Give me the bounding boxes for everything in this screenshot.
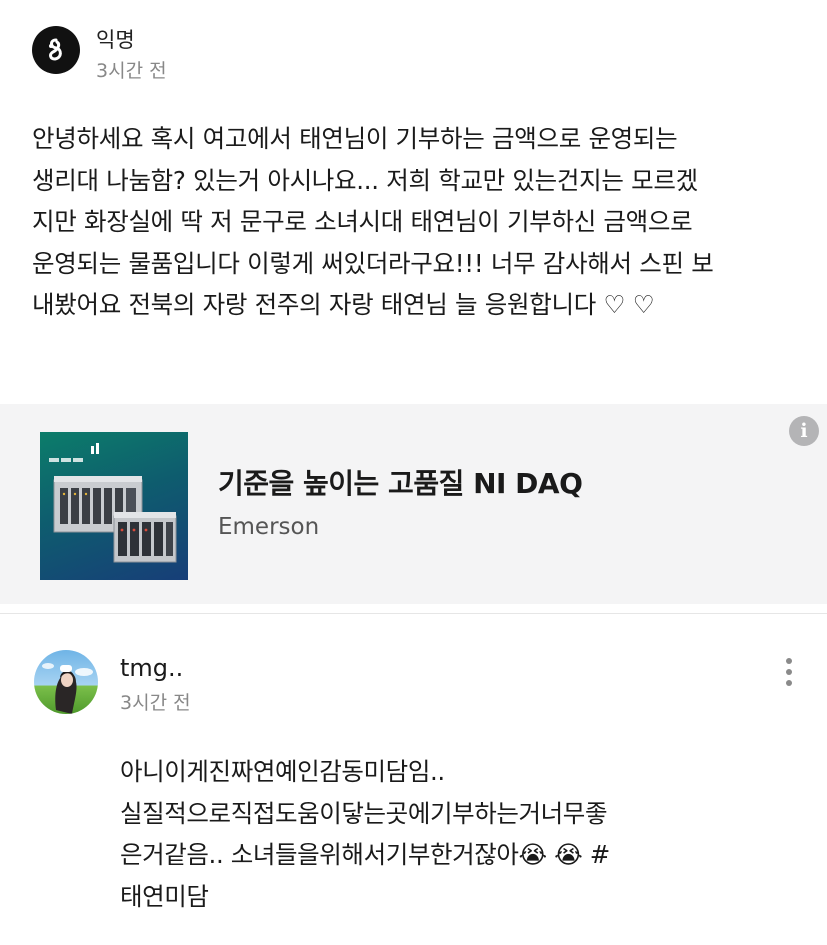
ad-headline[interactable]: 기준을 높이는 고품질 NI DAQ (218, 462, 583, 502)
more-vertical-icon[interactable] (776, 656, 802, 688)
comment-time: 3시간 전 (120, 692, 191, 714)
daq-hardware-illustration (53, 476, 177, 563)
post-author[interactable]: 익명 (96, 24, 135, 54)
post-body: 안녕하세요 혹시 여고에서 태연님이 기부하는 금액으로 운영되는 생리대 나눔… (32, 124, 714, 319)
comment-body: 아니이게진짜연예인감동미담임.. 실질적으로직접도움이닿는곳에기부하는거너무좋 … (120, 757, 610, 911)
ad-advertiser: Emerson (218, 514, 320, 540)
anonymous-avatar-icon[interactable] (32, 26, 80, 74)
info-icon[interactable]: i (789, 416, 819, 446)
ad-banner[interactable]: i 기준을 높이는 고품질 NI DAQ Emerson (0, 404, 827, 604)
post-time: 3시간 전 (96, 60, 167, 82)
divider (0, 613, 827, 614)
comment-author[interactable]: tmg.. (120, 654, 183, 682)
commenter-avatar[interactable] (34, 650, 98, 714)
ad-product-image[interactable] (40, 432, 188, 580)
